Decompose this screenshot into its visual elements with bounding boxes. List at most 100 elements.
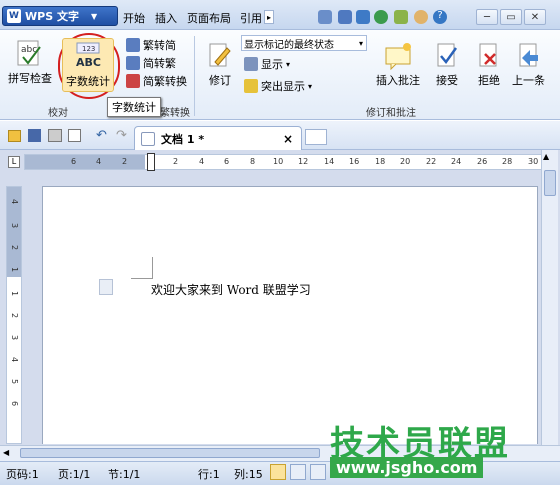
page-view-icon[interactable]	[270, 464, 286, 480]
word-count-icon: 123 ABC	[72, 41, 104, 73]
horizontal-ruler[interactable]: 6 4 2 2 4 6 8 10 12 14 16 18 20 22 24 26…	[24, 153, 552, 171]
scroll-left-icon[interactable]: ◀	[3, 448, 9, 457]
trad-to-simp-icon	[126, 38, 140, 52]
ruler-tick: 2	[173, 157, 179, 166]
ruler-tick: 8	[250, 157, 256, 166]
restore-button[interactable]: ▭	[500, 9, 522, 25]
chevron-down-icon: ▾	[358, 38, 363, 48]
simp-to-trad-label: 简转繁	[143, 57, 176, 70]
ruler-tick: 12	[298, 157, 309, 166]
ruler-tick: 24	[451, 157, 462, 166]
app-menu-label: WPS 文字	[25, 10, 79, 23]
scroll-up-icon[interactable]: ▲	[543, 152, 549, 161]
status-row: 行:1	[198, 468, 220, 481]
spellcheck-label: 拼写检查	[8, 72, 52, 85]
ruler-tick: 2	[122, 157, 128, 166]
ruler-tick: 3	[10, 335, 19, 341]
ruler-tick: 20	[400, 157, 411, 166]
prev-change-button[interactable]: 上一条	[512, 40, 545, 88]
home-icon[interactable]	[356, 10, 370, 24]
ruler-tick: 10	[273, 157, 284, 166]
windows-icon[interactable]	[318, 10, 332, 24]
ruler-tick: 4	[10, 199, 19, 205]
ruler-tick: 1	[10, 291, 19, 297]
ruler-tick: 2	[10, 313, 19, 319]
revise-icon	[204, 40, 236, 72]
spellcheck-button[interactable]: abc 拼写检查	[8, 38, 52, 86]
redo-icon[interactable]: ↷	[116, 128, 127, 143]
word-count-button[interactable]: 123 ABC 字数统计	[62, 38, 114, 92]
simp-trad-convert-button[interactable]: 简繁转换	[126, 72, 187, 90]
simp-trad-convert-icon	[126, 74, 140, 88]
globe-icon[interactable]	[374, 10, 388, 24]
paragraph-marker-icon	[99, 279, 113, 295]
ruler-tick: 1	[10, 267, 19, 273]
trad-to-simp-button[interactable]: 繁转简	[126, 36, 187, 54]
markup-select[interactable]: 显示标记的最终状态 ▾	[241, 35, 367, 51]
outline-view-icon[interactable]	[310, 464, 326, 480]
save-icon[interactable]	[28, 129, 41, 142]
tab-reference[interactable]: 引用	[240, 10, 262, 26]
highlight-display-button[interactable]: 突出显示 ▾	[244, 77, 312, 95]
insert-comment-button[interactable]: 插入批注	[376, 40, 420, 88]
spellcheck-icon: abc	[14, 38, 46, 70]
scroll-thumb[interactable]	[544, 170, 556, 196]
document-icon	[141, 131, 155, 146]
minimize-button[interactable]: ─	[476, 9, 498, 25]
document-tab-title: 文档 1 *	[161, 132, 205, 146]
group-label-revision: 修订和批注	[366, 108, 416, 119]
ruler-tick: 4	[199, 157, 205, 166]
ruler-tick: 6	[71, 157, 77, 166]
new-tab-button[interactable]	[305, 129, 327, 145]
wps-logo-icon: W	[7, 9, 21, 23]
tab-start[interactable]: 开始	[123, 10, 145, 26]
highlight-icon	[244, 79, 258, 93]
user-icon[interactable]	[414, 10, 428, 24]
print-preview-icon[interactable]	[68, 129, 81, 142]
document-page[interactable]: 欢迎大家来到 Word 联盟学习	[42, 186, 538, 444]
close-tab-icon[interactable]: ×	[283, 132, 293, 146]
undo-icon[interactable]: ↶	[96, 128, 107, 143]
tab-stop-selector[interactable]: L	[8, 156, 20, 168]
reject-button[interactable]: 拒绝	[473, 40, 505, 88]
vertical-scrollbar[interactable]: ▲	[541, 150, 558, 445]
reject-icon	[473, 40, 505, 72]
tab-page-layout[interactable]: 页面布局	[187, 10, 231, 26]
print-icon[interactable]	[48, 129, 62, 142]
hscroll-thumb[interactable]	[20, 448, 320, 458]
accept-button[interactable]: 接受	[431, 40, 463, 88]
svg-text:123: 123	[82, 45, 95, 53]
revise-label: 修订	[209, 74, 231, 87]
document-text[interactable]: 欢迎大家来到 Word 联盟学习	[151, 281, 311, 298]
star-icon[interactable]	[394, 10, 408, 24]
simp-to-trad-icon	[126, 56, 140, 70]
ruler-tick: 16	[349, 157, 360, 166]
open-folder-icon[interactable]	[8, 130, 21, 142]
chinese-conversion-group: 繁转简 简转繁 简繁转换	[126, 36, 187, 90]
web-view-icon[interactable]	[290, 464, 306, 480]
app-menu-button[interactable]: W WPS 文字 ▼	[2, 6, 118, 26]
document-tab[interactable]: 文档 1 * ×	[134, 126, 302, 150]
tab-overflow-icon[interactable]: ▸	[264, 10, 274, 24]
revise-button[interactable]: 修订	[204, 40, 236, 88]
vertical-ruler[interactable]: 4 3 2 1 1 2 3 4 5 6	[6, 186, 22, 444]
grid-icon[interactable]	[338, 10, 352, 24]
markup-select-value: 显示标记的最终状态	[244, 39, 334, 51]
close-button[interactable]: ✕	[524, 9, 546, 25]
show-label: 显示	[261, 58, 283, 71]
insert-comment-label: 插入批注	[376, 74, 420, 87]
simp-to-trad-button[interactable]: 简转繁	[126, 54, 187, 72]
ruler-tick: 5	[10, 379, 19, 385]
ruler-tick: 3	[10, 223, 19, 229]
ruler-tick: 22	[426, 157, 437, 166]
prev-change-icon	[513, 40, 545, 72]
indent-marker-icon[interactable]	[147, 153, 155, 171]
ruler-tick: 4	[10, 357, 19, 363]
accept-label: 接受	[436, 74, 458, 87]
prev-change-label: 上一条	[512, 74, 545, 87]
ruler-tick: 18	[375, 157, 386, 166]
show-button[interactable]: 显示 ▾	[244, 55, 290, 73]
help-icon[interactable]: ?	[433, 10, 447, 24]
tab-insert[interactable]: 插入	[155, 10, 177, 26]
status-page: 页:1/1	[58, 468, 91, 481]
